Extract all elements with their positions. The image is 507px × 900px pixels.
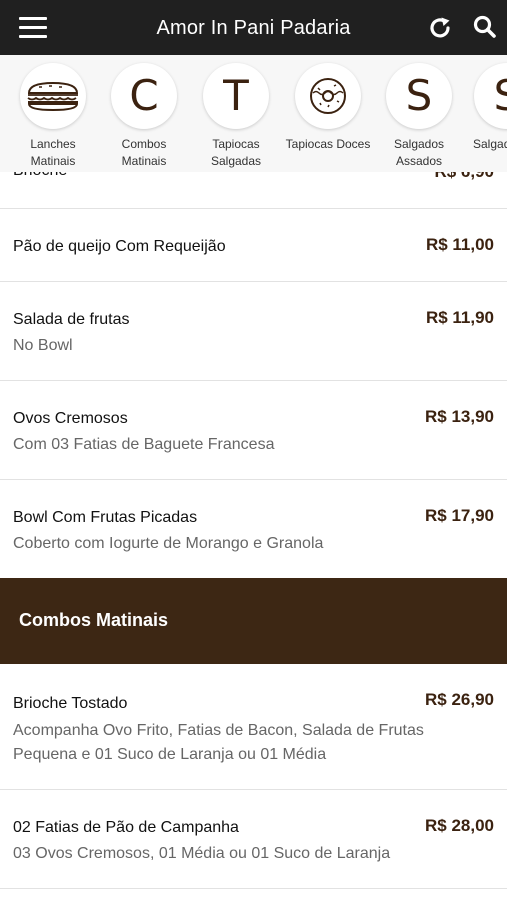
sandwich-icon [27,81,79,112]
search-icon[interactable] [472,14,498,40]
menu-item[interactable]: Bowl Com Frutas Picadas Coberto com Iogu… [0,480,507,578]
category-icon-circle [20,63,86,129]
item-description: 03 Ovos Cremosos, 01 Média ou 01 Suco de… [13,845,391,862]
category-tapiocas-salgadas[interactable]: T Tapiocas Salgadas [190,55,282,172]
category-lanches-matinais[interactable]: Lanches Matinais [7,55,99,172]
category-label: Tapiocas [212,137,260,151]
item-price: R$ 13,90 [425,407,494,426]
item-price: R$ 11,00 [425,235,494,254]
item-price: R$ 6,90 [434,172,494,182]
category-label: Tapiocas Doces [285,137,371,151]
category-icon-circle: S [474,63,507,129]
category-label: Assados [395,154,443,168]
item-name: Salada de frutas [13,311,130,328]
app-header: Amor In Pani Padaria [0,0,507,55]
letter-t-icon: T [223,71,249,120]
menu-item[interactable]: Salada de frutas No Bowl R$ 11,90 [0,282,507,381]
item-description: No Bowl [13,337,73,354]
category-label: Salgados [393,137,445,151]
item-price: R$ 11,90 [425,308,494,327]
item-name: Brioche [13,172,67,180]
item-name: Ovos Cremosos [13,410,128,427]
refresh-icon[interactable] [427,15,453,41]
category-tapiocas-doces[interactable]: Tapiocas Doces [282,55,374,172]
item-name: Brioche Tostado [13,695,128,712]
item-name: 02 Fatias de Pão de Campanha [13,819,239,836]
menu-item[interactable]: Ovos Cremosos Com 03 Fatias de Baguete F… [0,381,507,480]
item-price: R$ 17,90 [425,506,494,525]
category-label: Matinais [121,154,167,168]
category-icon-circle: S [386,63,452,129]
item-description: Acompanha Ovo Frito, Fatias de Bacon, Sa… [13,719,433,767]
menu-item[interactable]: 02 Fatias de Pão de Campanha 03 Ovos Cre… [0,790,507,889]
category-label: Salgad [473,137,507,151]
menu-item[interactable]: Brioche R$ 6,90 [0,172,507,209]
menu-item[interactable]: Brioche Tostado Acompanha Ovo Frito, Fat… [0,664,507,790]
letter-c-icon: C [129,71,159,120]
item-name: Bowl Com Frutas Picadas [13,509,198,526]
category-label: Combos [121,137,167,151]
section-title: Combos Matinais [19,610,169,630]
item-description: Coberto com Iogurte de Morango e Granola [13,535,324,552]
item-description-line: Pequena e 01 Suco de Laranja ou 01 Média [13,746,327,763]
letter-s-icon: S [493,71,507,120]
item-description: Com 03 Fatias de Baguete Francesa [13,436,275,453]
category-combos-matinais[interactable]: C Combos Matinais [98,55,190,172]
item-description-line: Acompanha Ovo Frito, Fatias de Bacon, Sa… [13,722,424,739]
item-price: R$ 26,90 [425,690,494,709]
item-price: R$ 28,00 [425,816,494,835]
donut-icon [310,78,346,114]
category-label: Salgadas [210,154,262,168]
category-icon-circle: C [111,63,177,129]
category-icon-circle [295,63,361,129]
category-label: Lanches [30,137,76,151]
category-icon-circle: T [203,63,269,129]
menu-list[interactable]: Brioche R$ 6,90 Pão de queijo Com Requei… [0,172,507,900]
category-label: Matinais [30,154,76,168]
section-header-combos-matinais: Combos Matinais [0,578,507,664]
letter-s-icon: S [405,71,433,120]
item-name: Pão de queijo Com Requeijão [13,238,226,255]
menu-item[interactable]: Pão de queijo Com Requeijão R$ 11,00 [0,209,507,282]
category-strip[interactable]: Lanches Matinais C Combos Matinais T Tap… [0,55,507,172]
category-salgados-partial[interactable]: S Salgad [461,55,507,172]
category-salgados-assados[interactable]: S Salgados Assados [373,55,465,172]
